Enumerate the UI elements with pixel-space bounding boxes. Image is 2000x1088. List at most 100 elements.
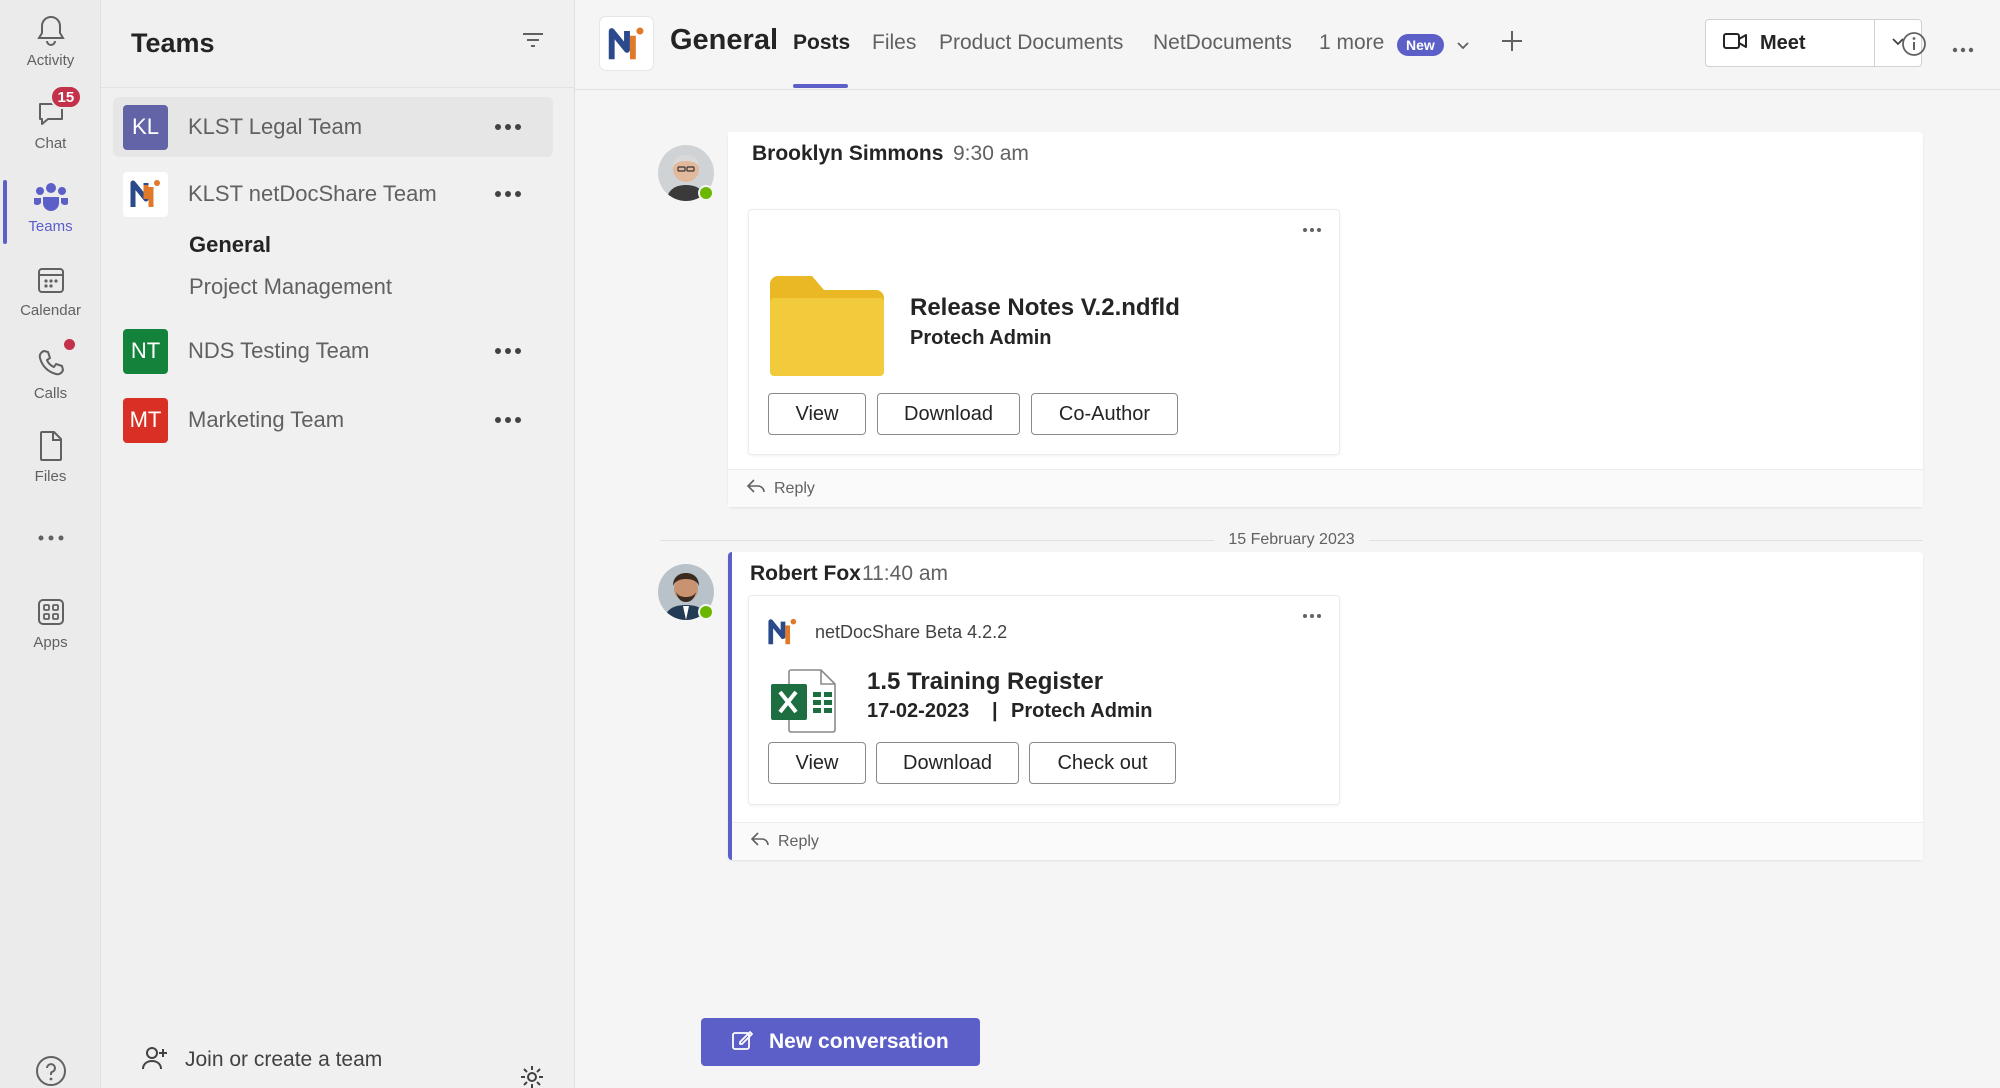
rail-item-chat[interactable]: 15 Chat bbox=[0, 85, 101, 169]
filter-icon[interactable] bbox=[521, 30, 549, 58]
rail-label-apps: Apps bbox=[33, 634, 68, 651]
rail-label-calls: Calls bbox=[33, 385, 68, 402]
channel-general[interactable]: General bbox=[189, 232, 271, 258]
teams-panel-title: Teams bbox=[131, 28, 215, 58]
netdocshare-logo-icon bbox=[123, 171, 168, 217]
tab-product-documents[interactable]: Product Documents bbox=[939, 31, 1123, 55]
channel-header: General Posts Files Product Documents Ne… bbox=[575, 0, 2000, 90]
more-options-icon[interactable] bbox=[1952, 40, 1974, 58]
tab-files[interactable]: Files bbox=[872, 31, 916, 55]
reply-button[interactable]: Reply bbox=[732, 822, 1923, 860]
help-button[interactable] bbox=[0, 1054, 101, 1088]
team-avatar: NT bbox=[123, 328, 168, 374]
netdocshare-logo-icon bbox=[600, 17, 653, 70]
post-brooklyn-simmons: Brooklyn Simmons 9:30 am Release Notes V… bbox=[728, 132, 1923, 507]
card-more-options-icon[interactable] bbox=[1297, 218, 1327, 242]
people-add-icon bbox=[141, 1045, 169, 1076]
channel-project-management[interactable]: Project Management bbox=[189, 274, 392, 300]
more-options-icon[interactable] bbox=[493, 408, 523, 432]
post-author: Brooklyn Simmons bbox=[752, 142, 944, 165]
document-title[interactable]: 1.5 Training Register bbox=[867, 668, 1103, 696]
download-button[interactable]: Download bbox=[876, 742, 1019, 784]
rail-label-files: Files bbox=[34, 468, 67, 485]
document-owner: Protech Admin bbox=[1011, 700, 1153, 722]
new-conversation-label: New conversation bbox=[769, 1030, 949, 1053]
post-author: Robert Fox bbox=[750, 562, 861, 585]
folder-icon bbox=[768, 274, 886, 383]
rail-label-activity: Activity bbox=[26, 52, 75, 69]
calendar-icon bbox=[33, 262, 69, 298]
rail-item-activity[interactable]: Activity bbox=[0, 12, 101, 86]
compose-icon bbox=[731, 1029, 753, 1056]
channel-main: General Posts Files Product Documents Ne… bbox=[575, 0, 2000, 1088]
more-options-icon[interactable] bbox=[493, 339, 523, 363]
divider-line bbox=[1368, 539, 1923, 541]
teams-panel-header: Teams bbox=[101, 0, 574, 88]
rail-item-files[interactable]: Files bbox=[0, 428, 101, 502]
help-icon bbox=[33, 1054, 69, 1088]
presence-available-icon bbox=[698, 604, 714, 620]
tab-posts[interactable]: Posts bbox=[793, 31, 850, 55]
rail-item-calls[interactable]: Calls bbox=[0, 339, 101, 419]
view-button[interactable]: View bbox=[768, 742, 866, 784]
chevron-down-icon[interactable] bbox=[1456, 38, 1470, 56]
rail-label-chat: Chat bbox=[34, 135, 67, 152]
date-divider-label: 15 February 2023 bbox=[1228, 531, 1355, 548]
tab-netdocuments[interactable]: NetDocuments bbox=[1153, 31, 1292, 55]
team-row-klst-legal[interactable]: KL KLST Legal Team bbox=[113, 97, 553, 157]
settings-gear-icon[interactable] bbox=[519, 1064, 545, 1088]
teams-panel: Teams KL KLST Legal Team KLST netDocShar… bbox=[101, 0, 575, 1088]
team-row-nds-testing[interactable]: NT NDS Testing Team bbox=[113, 321, 553, 381]
active-tab-indicator bbox=[793, 84, 848, 88]
chat-badge: 15 bbox=[49, 85, 83, 109]
document-card: netDocShare Beta 4.2.2 1.5 Training Regi… bbox=[748, 595, 1340, 805]
view-button[interactable]: View bbox=[768, 393, 866, 435]
co-author-button[interactable]: Co-Author bbox=[1031, 393, 1178, 435]
rail-more-button[interactable] bbox=[0, 520, 101, 560]
app-rail: Activity 15 Chat Teams Calendar Calls Fi… bbox=[0, 0, 101, 1088]
tab-more[interactable]: 1 more bbox=[1319, 31, 1384, 55]
post-time: 9:30 am bbox=[953, 142, 1029, 165]
document-title[interactable]: Release Notes V.2.ndfld bbox=[910, 294, 1180, 322]
meet-button[interactable]: Meet bbox=[1705, 19, 1875, 67]
rail-item-apps[interactable]: Apps bbox=[0, 594, 101, 668]
phone-icon bbox=[33, 339, 75, 381]
join-create-team[interactable]: Join or create a team bbox=[101, 1032, 575, 1088]
more-options-icon[interactable] bbox=[493, 182, 523, 206]
post-header: Brooklyn Simmons 9:30 am bbox=[728, 132, 1088, 198]
apps-icon bbox=[33, 594, 69, 630]
check-out-button[interactable]: Check out bbox=[1029, 742, 1176, 784]
info-icon[interactable] bbox=[1901, 31, 1927, 62]
rail-item-teams[interactable]: Teams bbox=[0, 178, 101, 252]
more-options-icon[interactable] bbox=[493, 115, 523, 139]
new-badge: New bbox=[1397, 34, 1444, 56]
add-tab-icon[interactable] bbox=[1500, 29, 1524, 58]
calls-notification-dot bbox=[63, 339, 75, 350]
netdocshare-logo-icon bbox=[767, 616, 799, 653]
channel-title: General bbox=[670, 24, 778, 56]
join-create-label: Join or create a team bbox=[185, 1048, 383, 1071]
download-button[interactable]: Download bbox=[877, 393, 1020, 435]
team-row-klst-netdocshare[interactable]: KLST netDocShare Team bbox=[113, 164, 553, 224]
meta-separator: | bbox=[992, 700, 998, 722]
chat-icon: 15 bbox=[33, 85, 83, 131]
reply-label: Reply bbox=[778, 832, 819, 850]
document-date: 17-02-2023 bbox=[867, 700, 970, 722]
rail-item-calendar[interactable]: Calendar bbox=[0, 262, 101, 336]
reply-arrow-icon bbox=[746, 478, 766, 499]
post-robert-fox: Robert Fox 11:40 am netDocShare Beta 4.2… bbox=[728, 552, 1923, 860]
card-more-options-icon[interactable] bbox=[1297, 604, 1327, 628]
team-row-marketing[interactable]: MT Marketing Team bbox=[113, 390, 553, 450]
rail-label-calendar: Calendar bbox=[20, 302, 81, 319]
reply-button[interactable]: Reply bbox=[728, 469, 1923, 507]
document-card: Release Notes V.2.ndfld Protech Admin Vi… bbox=[748, 209, 1340, 455]
video-camera-icon bbox=[1722, 31, 1748, 56]
excel-file-icon bbox=[769, 668, 839, 739]
document-owner: Protech Admin bbox=[910, 327, 1052, 349]
divider-line bbox=[660, 539, 1215, 541]
rail-label-teams: Teams bbox=[28, 218, 73, 235]
team-avatar: KL bbox=[123, 104, 168, 150]
new-conversation-button[interactable]: New conversation bbox=[701, 1018, 980, 1066]
file-icon bbox=[33, 428, 69, 464]
bell-icon bbox=[33, 12, 69, 48]
